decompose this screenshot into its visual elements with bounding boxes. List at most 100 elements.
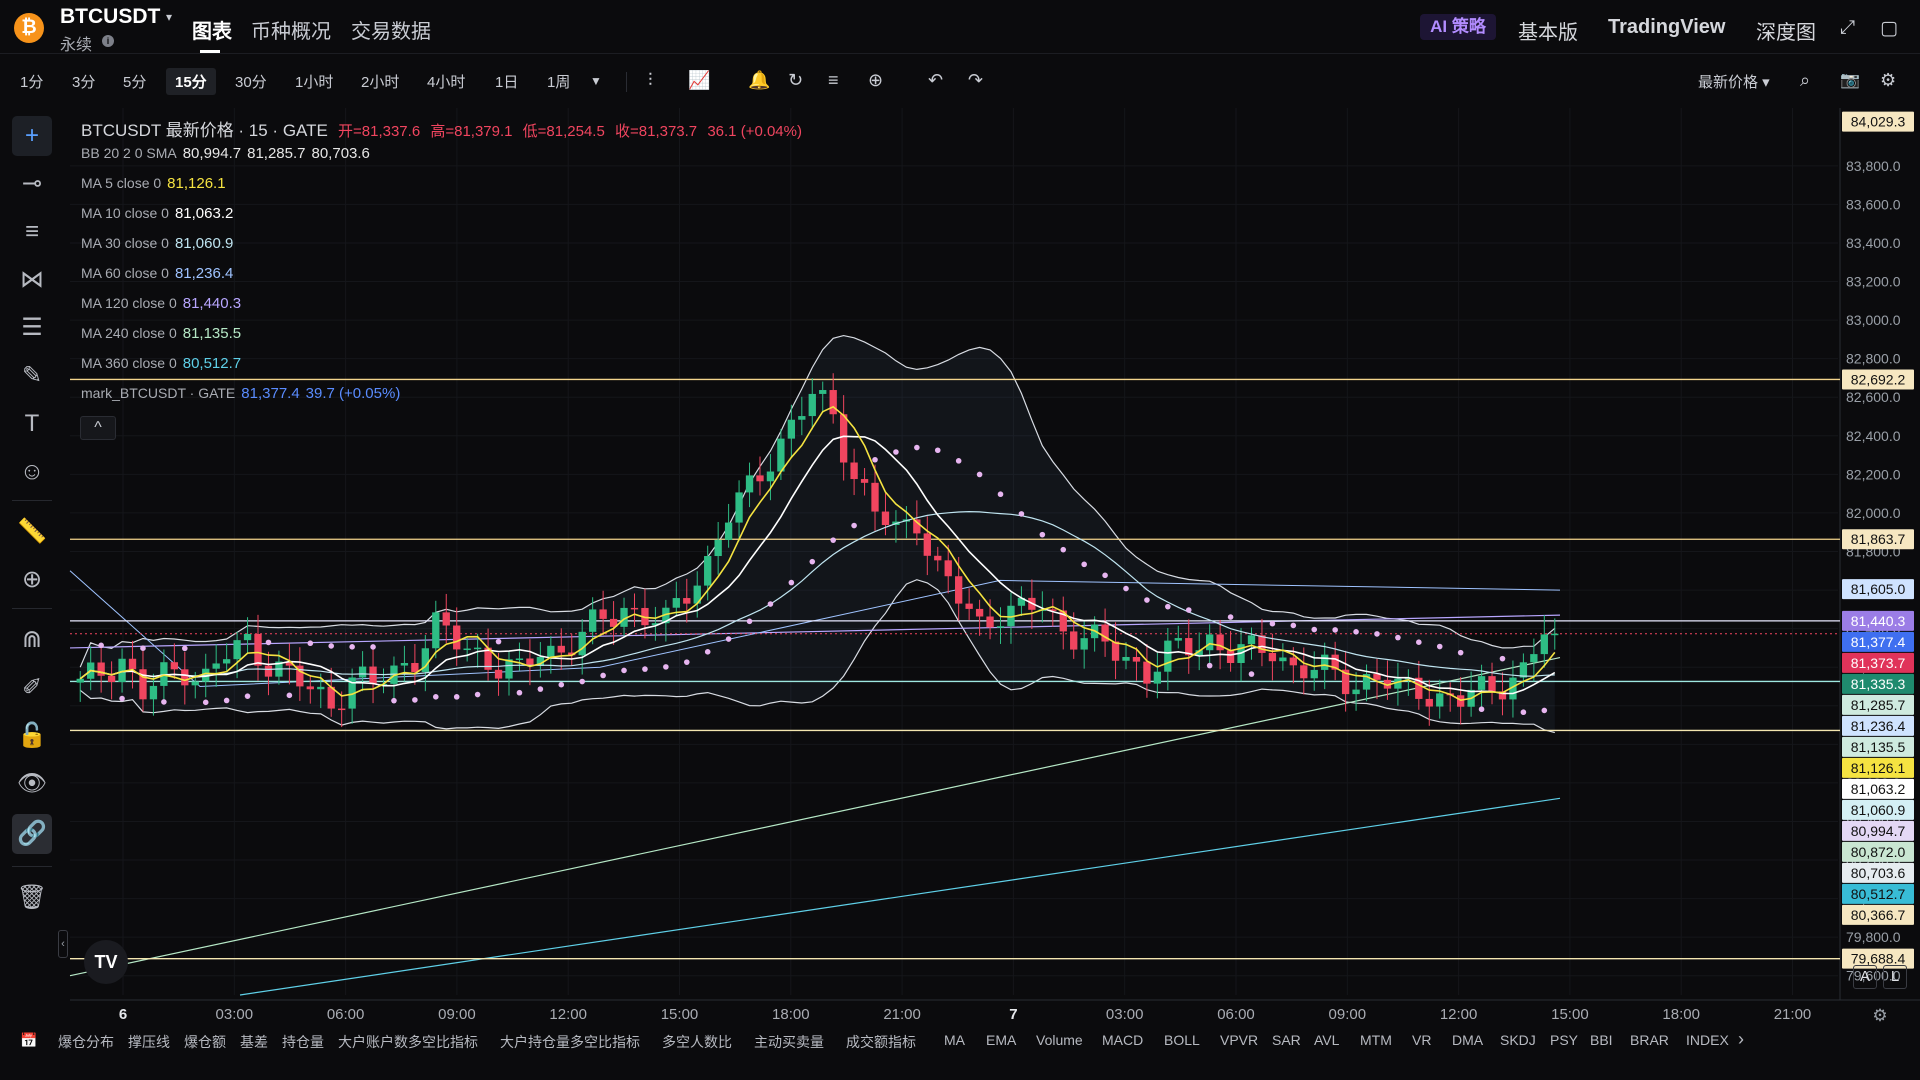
candle-body (819, 390, 827, 394)
legend-row: BB 20 2 0 SMA 80,994.7 81,285.7 80,703.6 (81, 145, 376, 162)
log-scale-button[interactable]: L (1883, 965, 1907, 989)
candle-body (1551, 633, 1559, 636)
indicator-item[interactable]: 爆仓分布 (58, 1032, 114, 1052)
candle-body (1300, 665, 1308, 679)
candle-body (1540, 634, 1548, 655)
indicator-item[interactable]: 主动买卖量 (754, 1032, 824, 1052)
candle-body (1530, 654, 1538, 663)
sar-dot (370, 644, 376, 650)
y-tick-label: 82,400.0 (1846, 428, 1901, 444)
candle-body (1226, 650, 1235, 663)
x-tick-label: 6 (119, 1006, 127, 1023)
calendar-icon[interactable]: 📅 (20, 1032, 37, 1049)
candle-body (1321, 654, 1329, 670)
indicator-item[interactable]: VPVR (1220, 1032, 1258, 1048)
candle-body (338, 708, 346, 711)
legend-label: MA 60 close 0 (81, 265, 169, 281)
candle-body (1174, 638, 1182, 641)
legend-row: MA 60 close 0 81,236.4 (81, 265, 239, 282)
legend-value: 81,060.9 (174, 235, 234, 252)
indicator-item[interactable]: Volume (1036, 1032, 1083, 1048)
indicator-item[interactable]: EMA (986, 1032, 1016, 1048)
price-tag-label: 81,335.3 (1851, 676, 1906, 692)
sar-dot (516, 689, 523, 696)
candle-body (97, 662, 105, 676)
indicator-item[interactable]: DMA (1452, 1032, 1483, 1048)
candle-body (787, 419, 796, 439)
legend-collapse-button[interactable]: ^ (80, 416, 116, 440)
candle-body (829, 390, 837, 415)
candle-body (107, 675, 116, 682)
sar-dot (202, 699, 209, 706)
indicator-item[interactable]: AVL (1314, 1032, 1339, 1048)
indicator-item[interactable]: BOLL (1164, 1032, 1200, 1048)
candle-body (1153, 671, 1162, 684)
indicator-item[interactable]: 成交额指标 (846, 1032, 916, 1052)
sar-dot (307, 640, 314, 647)
sar-dot (1206, 662, 1213, 669)
candle-body (243, 633, 252, 641)
indicator-item[interactable]: 持仓量 (282, 1032, 324, 1052)
candle-body (1289, 657, 1297, 666)
candle-body (839, 414, 848, 463)
indicator-item[interactable]: BRAR (1630, 1032, 1669, 1048)
sar-dot (1290, 622, 1297, 629)
indicator-item[interactable]: 基差 (240, 1032, 268, 1052)
sar-dot (767, 601, 774, 607)
y-tick-label: 82,200.0 (1846, 466, 1901, 482)
x-tick-label: 15:00 (1551, 1006, 1589, 1023)
indicator-item[interactable]: 大户账户数多空比指标 (338, 1032, 478, 1052)
candle-body (317, 686, 325, 690)
indicator-item[interactable]: MACD (1102, 1032, 1143, 1048)
auto-scale-button[interactable]: A (1853, 965, 1877, 989)
indicator-item[interactable]: BBI (1590, 1032, 1613, 1048)
indicator-item[interactable]: SAR (1272, 1032, 1301, 1048)
indicator-item[interactable]: MTM (1360, 1032, 1392, 1048)
indicator-item[interactable]: VR (1412, 1032, 1431, 1048)
candle-body (1132, 656, 1141, 662)
candle-body (254, 633, 262, 666)
candle-body (1425, 698, 1433, 707)
x-tick-label: 12:00 (1440, 1006, 1478, 1023)
candle-body (798, 416, 806, 420)
sar-dot (704, 649, 711, 655)
sar-dot (809, 558, 816, 565)
next-arrow-icon[interactable]: › (1738, 1029, 1744, 1050)
sar-dot (1269, 620, 1276, 627)
sar-dot (119, 695, 125, 702)
sar-dot (391, 697, 397, 704)
candle-body (1436, 693, 1444, 707)
legend-label: MA 240 close 0 (81, 325, 177, 341)
candle-body (369, 666, 377, 685)
indicator-item[interactable]: 爆仓额 (184, 1032, 226, 1052)
legend-row: mark_BTCUSDT · GATE 81,377.4 39.7 (+0.05%) (81, 385, 406, 402)
collapse-left-icon[interactable]: ‹ (58, 930, 68, 958)
indicator-bar: 📅 爆仓分布 撑压线 爆仓额 基差 持仓量 大户账户数多空比指标 大户持仓量多空比指标 多空人数… (0, 1028, 1920, 1054)
legend-label: MA 360 close 0 (81, 355, 177, 371)
legend-value: 39.7 (+0.05%) (305, 385, 401, 402)
sar-dot (1541, 707, 1548, 714)
indicator-item[interactable]: PSY (1550, 1032, 1578, 1048)
candle-body (735, 492, 743, 523)
sar-dot (474, 691, 481, 698)
sar-dot (1478, 706, 1485, 713)
candle-body (76, 678, 84, 683)
price-tag-label: 80,512.7 (1851, 886, 1906, 902)
sar-dot (893, 449, 899, 455)
candle-body (955, 576, 963, 604)
indicator-item[interactable]: 多空人数比 (662, 1032, 732, 1052)
indicator-item[interactable]: MA (944, 1032, 965, 1048)
tradingview-logo-icon[interactable]: TV (84, 940, 128, 984)
indicator-item[interactable]: INDEX (1686, 1032, 1729, 1048)
indicator-item[interactable]: SKDJ (1500, 1032, 1536, 1048)
y-tick-label: 83,600.0 (1846, 196, 1901, 212)
legend-title-row: BTCUSDT 最新价格 · 15 · GATE 开=81,337.6 高=81… (81, 116, 808, 141)
sar-dot (642, 666, 648, 672)
indicator-item[interactable]: 撑压线 (128, 1032, 170, 1052)
sar-dot (872, 456, 878, 463)
price-tag-label: 81,236.4 (1851, 718, 1906, 734)
price-tag-label: 81,126.1 (1851, 760, 1906, 776)
candle-body (756, 475, 764, 482)
sar-dot (1395, 634, 1401, 641)
indicator-item[interactable]: 大户持仓量多空比指标 (500, 1032, 640, 1052)
